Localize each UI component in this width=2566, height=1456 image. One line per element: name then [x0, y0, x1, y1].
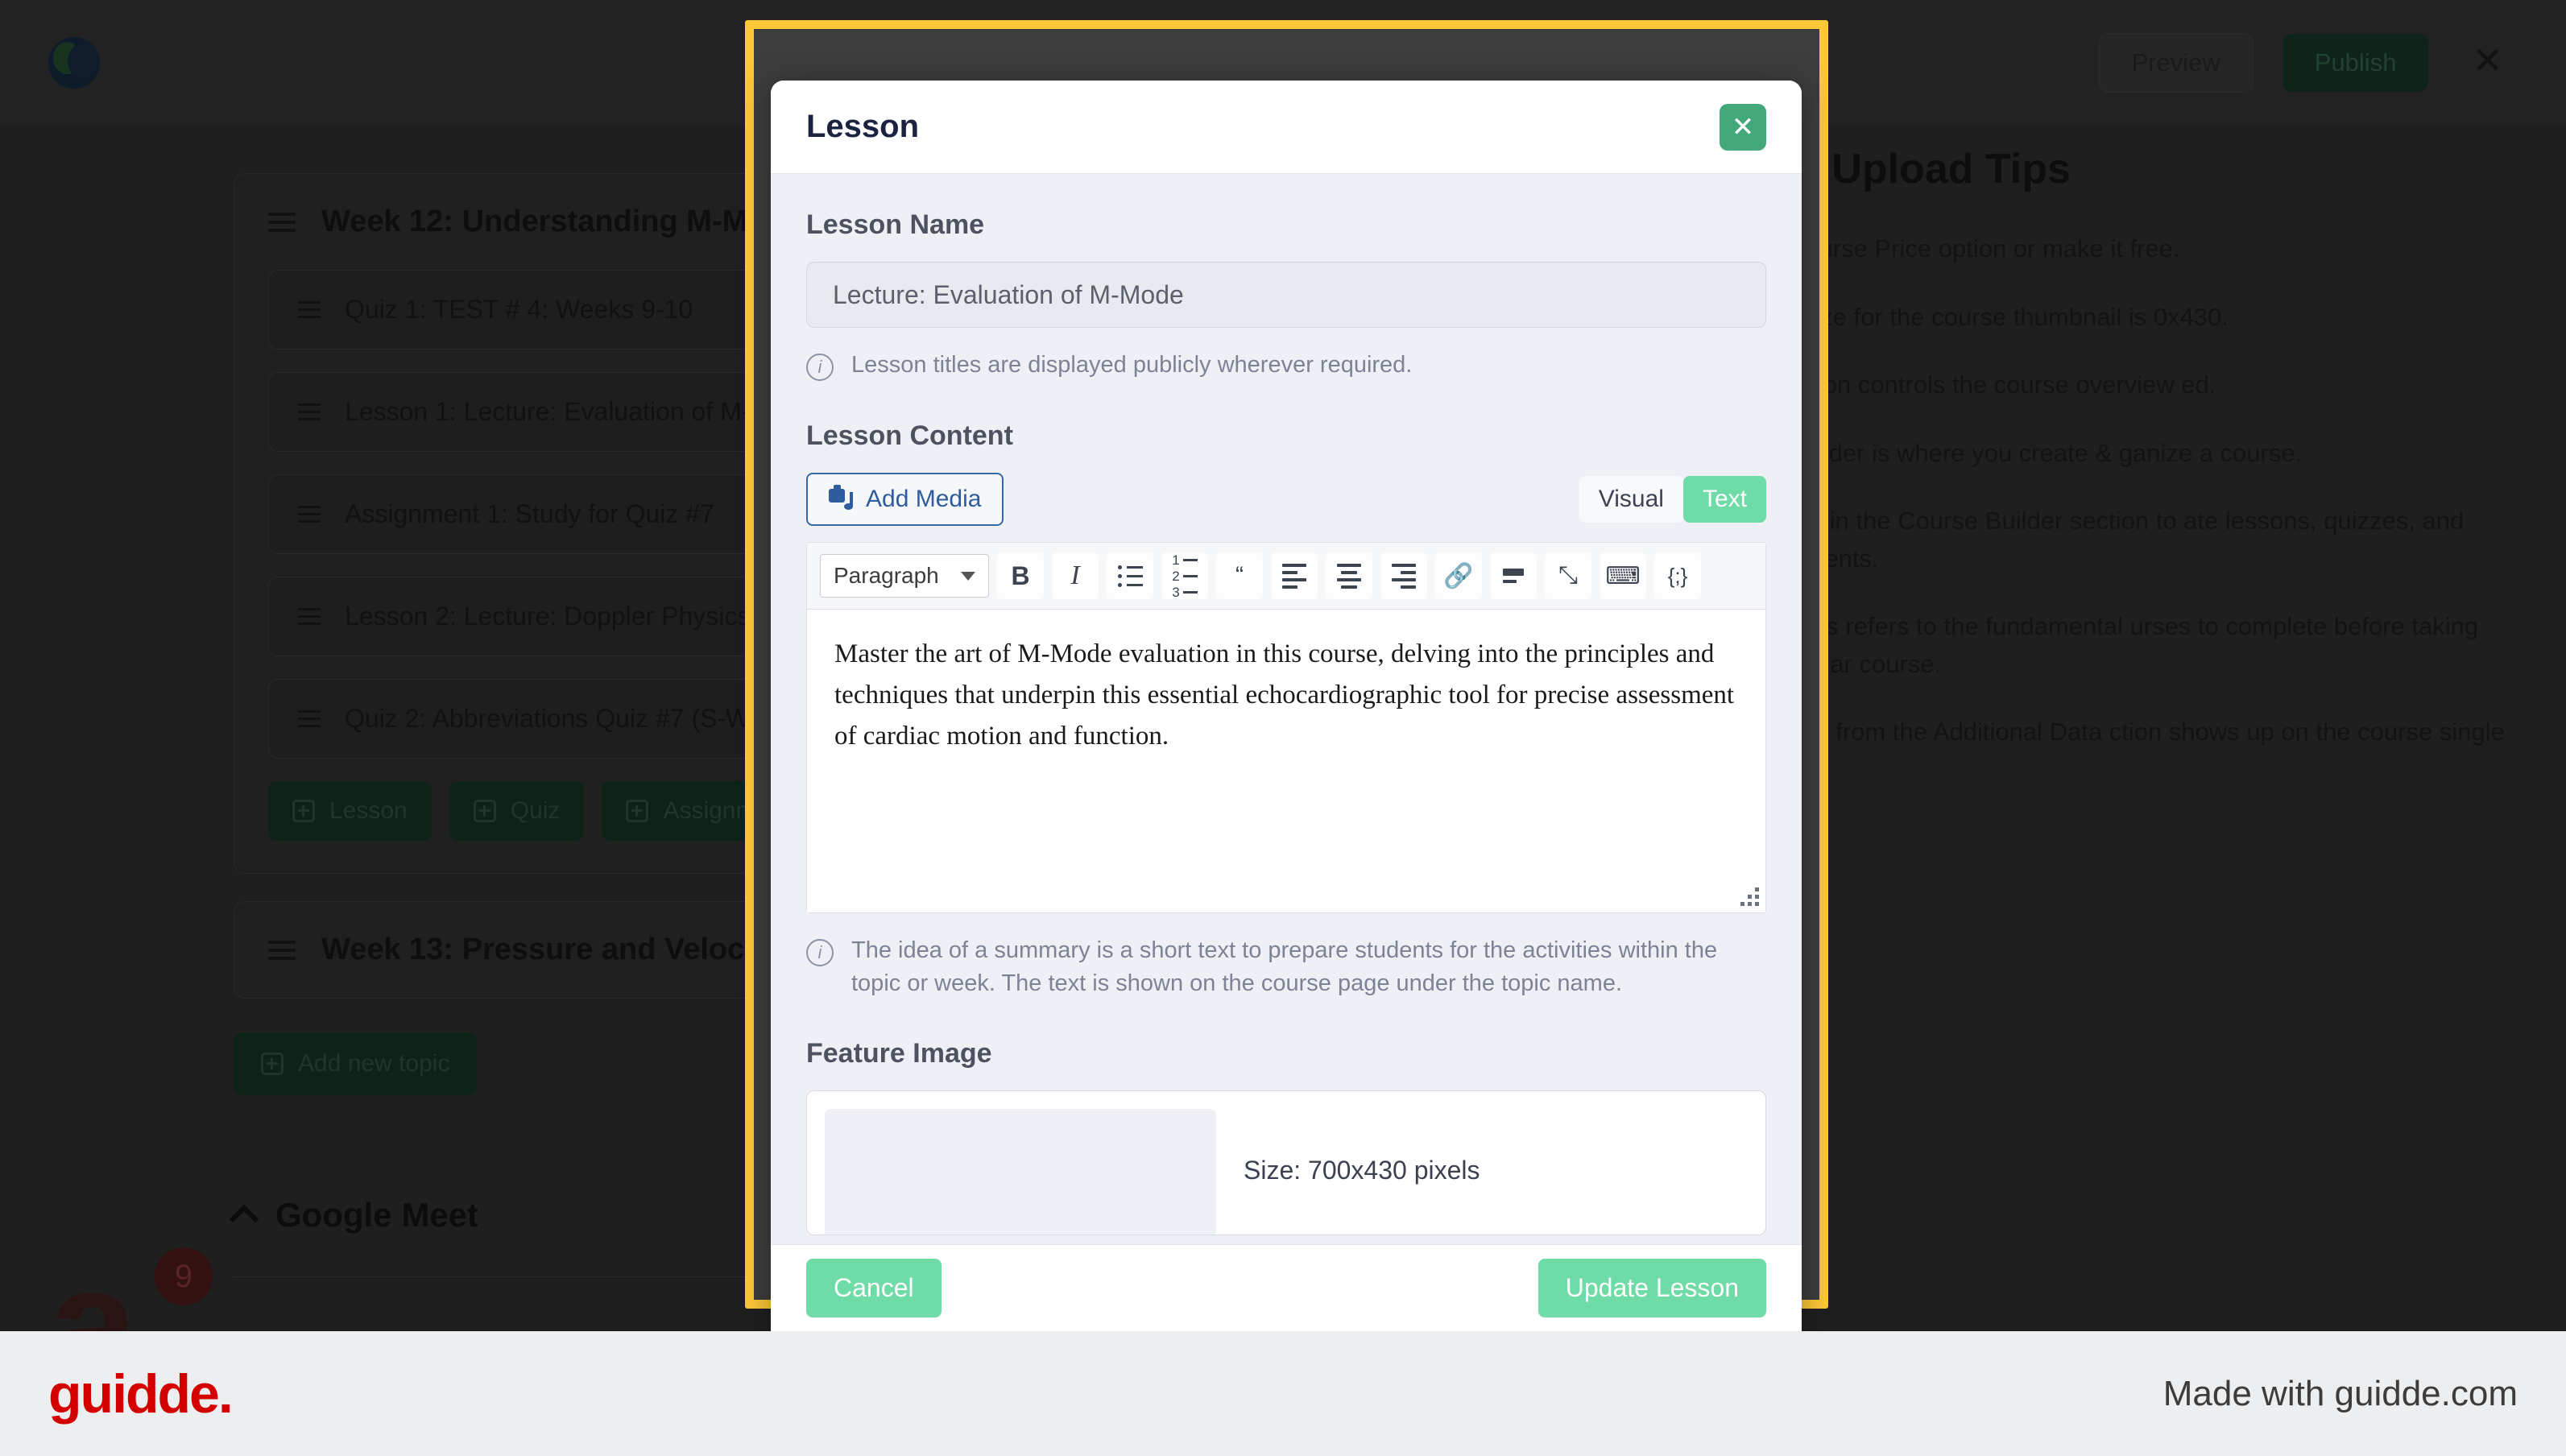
- drag-handle-icon[interactable]: [298, 403, 321, 420]
- chevron-up-icon[interactable]: [229, 1204, 259, 1235]
- info-icon: i: [806, 354, 834, 381]
- paragraph-format-value: Paragraph: [834, 563, 939, 589]
- plus-icon: [292, 800, 315, 822]
- editor-mode-toggle: Visual Text: [1579, 476, 1766, 523]
- tab-visual[interactable]: Visual: [1579, 476, 1683, 523]
- modal-header: Lesson ✕: [771, 81, 1802, 174]
- editor-textarea[interactable]: Master the art of M-Mode evaluation in t…: [807, 610, 1765, 913]
- plus-icon: [261, 1053, 284, 1075]
- bold-icon[interactable]: B: [997, 552, 1044, 600]
- topic-title: Week 13: Pressure and Velocity: [321, 933, 780, 966]
- drag-handle-icon[interactable]: [268, 212, 296, 232]
- align-right-icon[interactable]: [1380, 552, 1427, 600]
- align-left-icon[interactable]: [1271, 552, 1318, 600]
- list-item-label: Assignment 1: Study for Quiz #7: [345, 499, 714, 528]
- google-meet-title: Google Meet: [275, 1196, 479, 1234]
- plus-icon: [626, 800, 649, 822]
- drag-handle-icon[interactable]: [298, 301, 321, 318]
- preview-button[interactable]: Preview: [2098, 32, 2254, 93]
- paragraph-format-select[interactable]: Paragraph: [820, 554, 989, 598]
- top-bar-actions: Preview Publish ✕: [2098, 32, 2518, 93]
- lesson-content-hint-text: The idea of a summary is a short text to…: [851, 937, 1718, 997]
- modal-title: Lesson: [806, 109, 920, 144]
- notification-badge: 9: [155, 1247, 213, 1305]
- link-icon[interactable]: 🔗: [1435, 552, 1482, 600]
- guidde-footer: guidde. Made with guidde.com: [0, 1331, 2566, 1456]
- plus-icon: [473, 800, 496, 822]
- align-center-icon[interactable]: [1326, 552, 1372, 600]
- tip-paragraph: ormation from the Additional Data ction …: [1732, 718, 2505, 784]
- add-new-topic-button[interactable]: Add new topic: [234, 1032, 478, 1095]
- add-media-button[interactable]: Add Media: [806, 473, 1004, 527]
- update-lesson-button[interactable]: Update Lesson: [1538, 1259, 1766, 1317]
- course-upload-tips-panel: urse Upload Tips : the Course Price opti…: [1732, 145, 2505, 819]
- topic-title: Week 12: Understanding M-Mode: [321, 205, 802, 238]
- editor-toolbar: Paragraph B I 1 2 3 “ 🔗 ⤡ ⌨ {;}: [807, 543, 1765, 610]
- italic-icon[interactable]: I: [1052, 552, 1099, 600]
- made-with-guidde-label: Made with guidde.com: [2162, 1373, 2518, 1413]
- lesson-name-hint: i Lesson titles are displayed publicly w…: [806, 349, 1766, 382]
- tab-text[interactable]: Text: [1682, 476, 1766, 523]
- list-item-label: Quiz 2: Abbreviations Quiz #7 (S-W: [345, 704, 751, 733]
- cancel-button[interactable]: Cancel: [806, 1259, 942, 1317]
- code-icon[interactable]: {;}: [1654, 552, 1701, 600]
- numbered-list-icon[interactable]: 1 2 3: [1161, 552, 1208, 600]
- add-lesson-label: Lesson: [329, 797, 408, 824]
- tip-paragraph: requisites refers to the fundamental urs…: [1732, 612, 2479, 678]
- modal-body: Lesson Name Lecture: Evaluation of M-Mod…: [771, 174, 1802, 1244]
- drag-handle-icon[interactable]: [298, 506, 321, 523]
- logo-swirl-right: [68, 43, 97, 79]
- tip-paragraph: : the Course Price option or make it fre…: [1732, 234, 2180, 263]
- drag-handle-icon[interactable]: [268, 940, 296, 960]
- add-quiz-label: Quiz: [510, 797, 561, 824]
- blockquote-icon[interactable]: “: [1216, 552, 1263, 600]
- lesson-content-section: Lesson Content Add Media Visual Text Par…: [806, 420, 1766, 1000]
- lesson-content-label: Lesson Content: [806, 420, 1013, 452]
- tip-paragraph: urse Builder is where you create & ganiz…: [1732, 438, 2303, 467]
- tip-paragraph: d Topics in the Course Builder section t…: [1732, 507, 2465, 573]
- close-icon[interactable]: ✕: [1720, 103, 1766, 151]
- lesson-name-hint-text: Lesson titles are displayed publicly whe…: [851, 352, 1413, 378]
- drag-handle-icon[interactable]: [298, 608, 321, 625]
- feature-image-thumbnail[interactable]: [825, 1108, 1216, 1235]
- tip-paragraph: ndard size for the course thumbnail is 0…: [1732, 302, 2229, 331]
- page-title: urse Upload Tips: [1732, 146, 2071, 192]
- feature-image-section: Feature Image Size: 700x430 pixels: [806, 1038, 1766, 1235]
- lesson-modal: Lesson ✕ Lesson Name Lecture: Evaluation…: [771, 81, 1802, 1331]
- publish-button[interactable]: Publish: [2282, 33, 2429, 92]
- list-item-label: Lesson 2: Lecture: Doppler Physics: [345, 602, 751, 631]
- modal-footer: Cancel Update Lesson: [771, 1244, 1802, 1331]
- add-media-label: Add Media: [866, 486, 982, 513]
- add-quiz-button[interactable]: Quiz: [449, 781, 585, 841]
- media-icon: [829, 485, 853, 511]
- tip-paragraph: led section controls the course overview…: [1732, 370, 2216, 399]
- list-item-label: Lesson 1: Lecture: Evaluation of M-: [345, 397, 751, 426]
- feature-image-label: Feature Image: [806, 1037, 992, 1069]
- rich-text-editor: Paragraph B I 1 2 3 “ 🔗 ⤡ ⌨ {;} Master t…: [806, 542, 1766, 914]
- resize-handle[interactable]: [1738, 885, 1759, 907]
- read-more-icon[interactable]: [1490, 552, 1537, 600]
- feature-image-box[interactable]: Size: 700x430 pixels: [806, 1090, 1766, 1235]
- lesson-name-label: Lesson Name: [806, 209, 985, 240]
- bullet-list-icon[interactable]: [1107, 552, 1153, 600]
- add-new-topic-label: Add new topic: [298, 1050, 450, 1077]
- add-lesson-button[interactable]: Lesson: [268, 781, 432, 841]
- editor-topbar: Add Media Visual Text: [806, 473, 1766, 527]
- lesson-name-input[interactable]: Lecture: Evaluation of M-Mode: [806, 262, 1766, 328]
- info-icon: i: [806, 939, 834, 967]
- drag-handle-icon[interactable]: [298, 710, 321, 727]
- editor-body-text: Master the art of M-Mode evaluation in t…: [834, 639, 1735, 751]
- chevron-down-icon: [961, 571, 975, 581]
- app-logo-icon[interactable]: [48, 36, 100, 89]
- keyboard-shortcuts-icon[interactable]: ⌨: [1600, 552, 1646, 600]
- feature-image-size-text: Size: 700x430 pixels: [1244, 1155, 1480, 1185]
- guidde-logo: guidde.: [48, 1363, 234, 1425]
- fullscreen-icon[interactable]: ⤡: [1545, 552, 1591, 600]
- lesson-content-hint: i The idea of a summary is a short text …: [806, 934, 1766, 1000]
- list-item-label: Quiz 1: TEST # 4: Weeks 9-10: [345, 295, 693, 324]
- close-icon[interactable]: ✕: [2457, 39, 2518, 87]
